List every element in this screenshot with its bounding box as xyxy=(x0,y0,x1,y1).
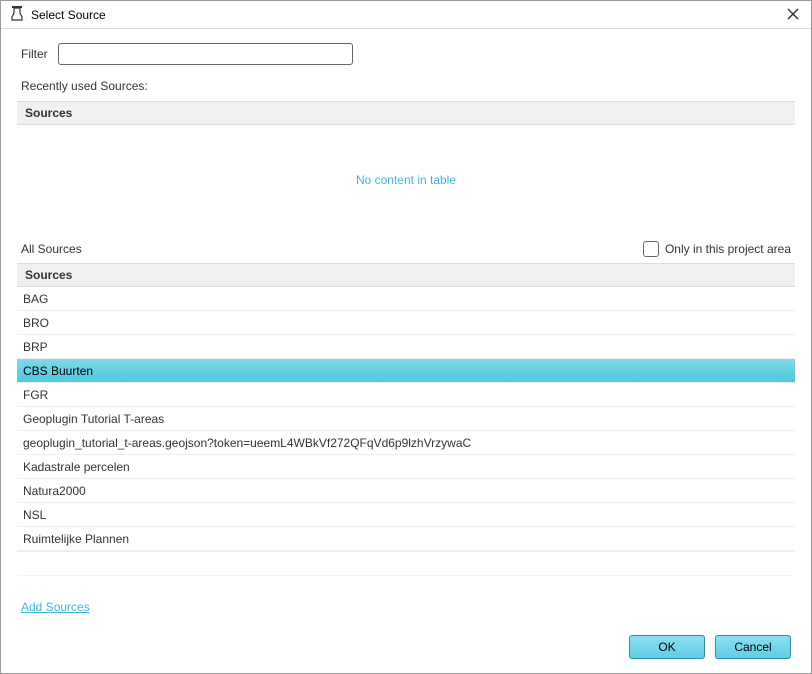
source-row[interactable]: Natura2000 xyxy=(17,479,795,503)
all-sources-list: BAGBROBRPCBS BuurtenFGRGeoplugin Tutoria… xyxy=(17,287,795,552)
titlebar: Select Source xyxy=(1,1,811,29)
dialog-title: Select Source xyxy=(31,8,106,22)
source-row[interactable]: Ruimtelijke Plannen xyxy=(17,527,795,551)
recent-table-header: Sources xyxy=(17,101,795,125)
all-sources-label: All Sources xyxy=(21,242,82,256)
no-content-text: No content in table xyxy=(356,173,456,187)
add-sources-link[interactable]: Add Sources xyxy=(21,600,90,614)
source-row[interactable]: FGR xyxy=(17,383,795,407)
app-icon xyxy=(9,5,25,24)
source-row[interactable]: NSL xyxy=(17,503,795,527)
button-bar: OK Cancel xyxy=(7,623,805,673)
ok-button[interactable]: OK xyxy=(629,635,705,659)
recent-table: No content in table xyxy=(17,125,795,235)
source-row[interactable]: BRO xyxy=(17,311,795,335)
add-sources-section: Add Sources xyxy=(7,594,805,620)
all-sources-row: All Sources Only in this project area xyxy=(7,235,805,263)
source-row[interactable]: Geoplugin Tutorial T-areas xyxy=(17,407,795,431)
source-row[interactable]: BAG xyxy=(17,287,795,311)
source-row[interactable]: geoplugin_tutorial_t-areas.geojson?token… xyxy=(17,431,795,455)
cancel-button[interactable]: Cancel xyxy=(715,635,791,659)
dialog-content: Filter Recently used Sources: Sources No… xyxy=(1,29,811,673)
all-sources-table-header: Sources xyxy=(17,263,795,287)
project-area-checkbox-wrap: Only in this project area xyxy=(643,241,791,257)
spacer xyxy=(7,576,805,594)
recent-sources-label: Recently used Sources: xyxy=(7,79,805,101)
close-icon[interactable] xyxy=(783,7,803,23)
titlebar-left: Select Source xyxy=(9,5,106,24)
project-area-checkbox[interactable] xyxy=(643,241,659,257)
source-row[interactable]: CBS Buurten xyxy=(17,359,795,383)
source-row[interactable]: BRP xyxy=(17,335,795,359)
filter-input[interactable] xyxy=(58,43,353,65)
filter-row: Filter xyxy=(7,43,805,79)
project-area-checkbox-label: Only in this project area xyxy=(665,242,791,256)
table-row-empty xyxy=(17,552,795,576)
filter-label: Filter xyxy=(21,47,48,61)
source-row[interactable]: Kadastrale percelen xyxy=(17,455,795,479)
